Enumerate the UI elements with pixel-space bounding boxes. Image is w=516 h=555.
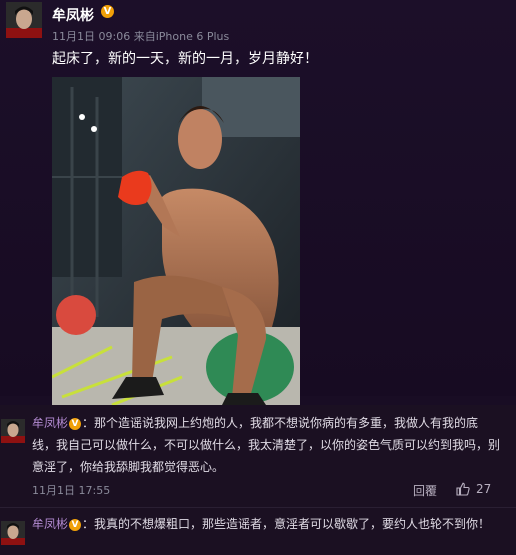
- comment-text: ：我真的不想爆粗口，那些造谣者，意淫者可以歇歇了，要约人也轮不到你！: [82, 517, 491, 531]
- verified-badge-icon: V: [101, 5, 114, 18]
- verified-badge-icon: V: [69, 418, 82, 430]
- user-avatar[interactable]: [6, 2, 42, 38]
- thumbs-up-icon: [456, 482, 470, 496]
- like-button[interactable]: 27: [456, 482, 491, 496]
- post-meta: 11月1日 09:06 来自iPhone 6 Plus: [52, 28, 229, 44]
- username[interactable]: 牟凤彬: [52, 5, 94, 25]
- comment-body: 牟凤彬 V ：我真的不想爆粗口，那些造谣者，意淫者可以歇歇了，要约人也轮不到你！: [32, 513, 502, 535]
- like-count: 27: [476, 482, 492, 496]
- post-photo[interactable]: [52, 77, 300, 405]
- comment-username[interactable]: 牟凤彬: [32, 416, 68, 430]
- comment-time: 11月1日 17:55: [32, 484, 111, 497]
- verified-badge-icon: V: [69, 519, 82, 531]
- weibo-post: 牟凤彬 V 11月1日 09:06 来自iPhone 6 Plus 起床了，新的…: [0, 0, 516, 405]
- reply-button[interactable]: 回覆: [413, 482, 437, 499]
- comment-avatar[interactable]: [1, 521, 25, 545]
- comment-text: ：那个造谣说我网上约炮的人，我都不想说你病的有多重，我做人有我的底线，我自己可以…: [32, 416, 501, 474]
- post-timestamp[interactable]: 11月1日 09:06: [52, 30, 130, 43]
- post-text: 起床了，新的一天，新的一月，岁月静好！: [52, 51, 318, 67]
- post-source: 来自iPhone 6 Plus: [133, 30, 230, 43]
- comment-avatar[interactable]: [1, 419, 25, 443]
- comment-divider: [0, 507, 516, 508]
- comment-list: 牟凤彬 V ：那个造谣说我网上约炮的人，我都不想说你病的有多重，我做人有我的底线，我…: [0, 405, 516, 555]
- comment-body: 牟凤彬 V ：那个造谣说我网上约炮的人，我都不想说你病的有多重，我做人有我的底线，我…: [32, 412, 502, 478]
- comment-username[interactable]: 牟凤彬: [32, 517, 68, 531]
